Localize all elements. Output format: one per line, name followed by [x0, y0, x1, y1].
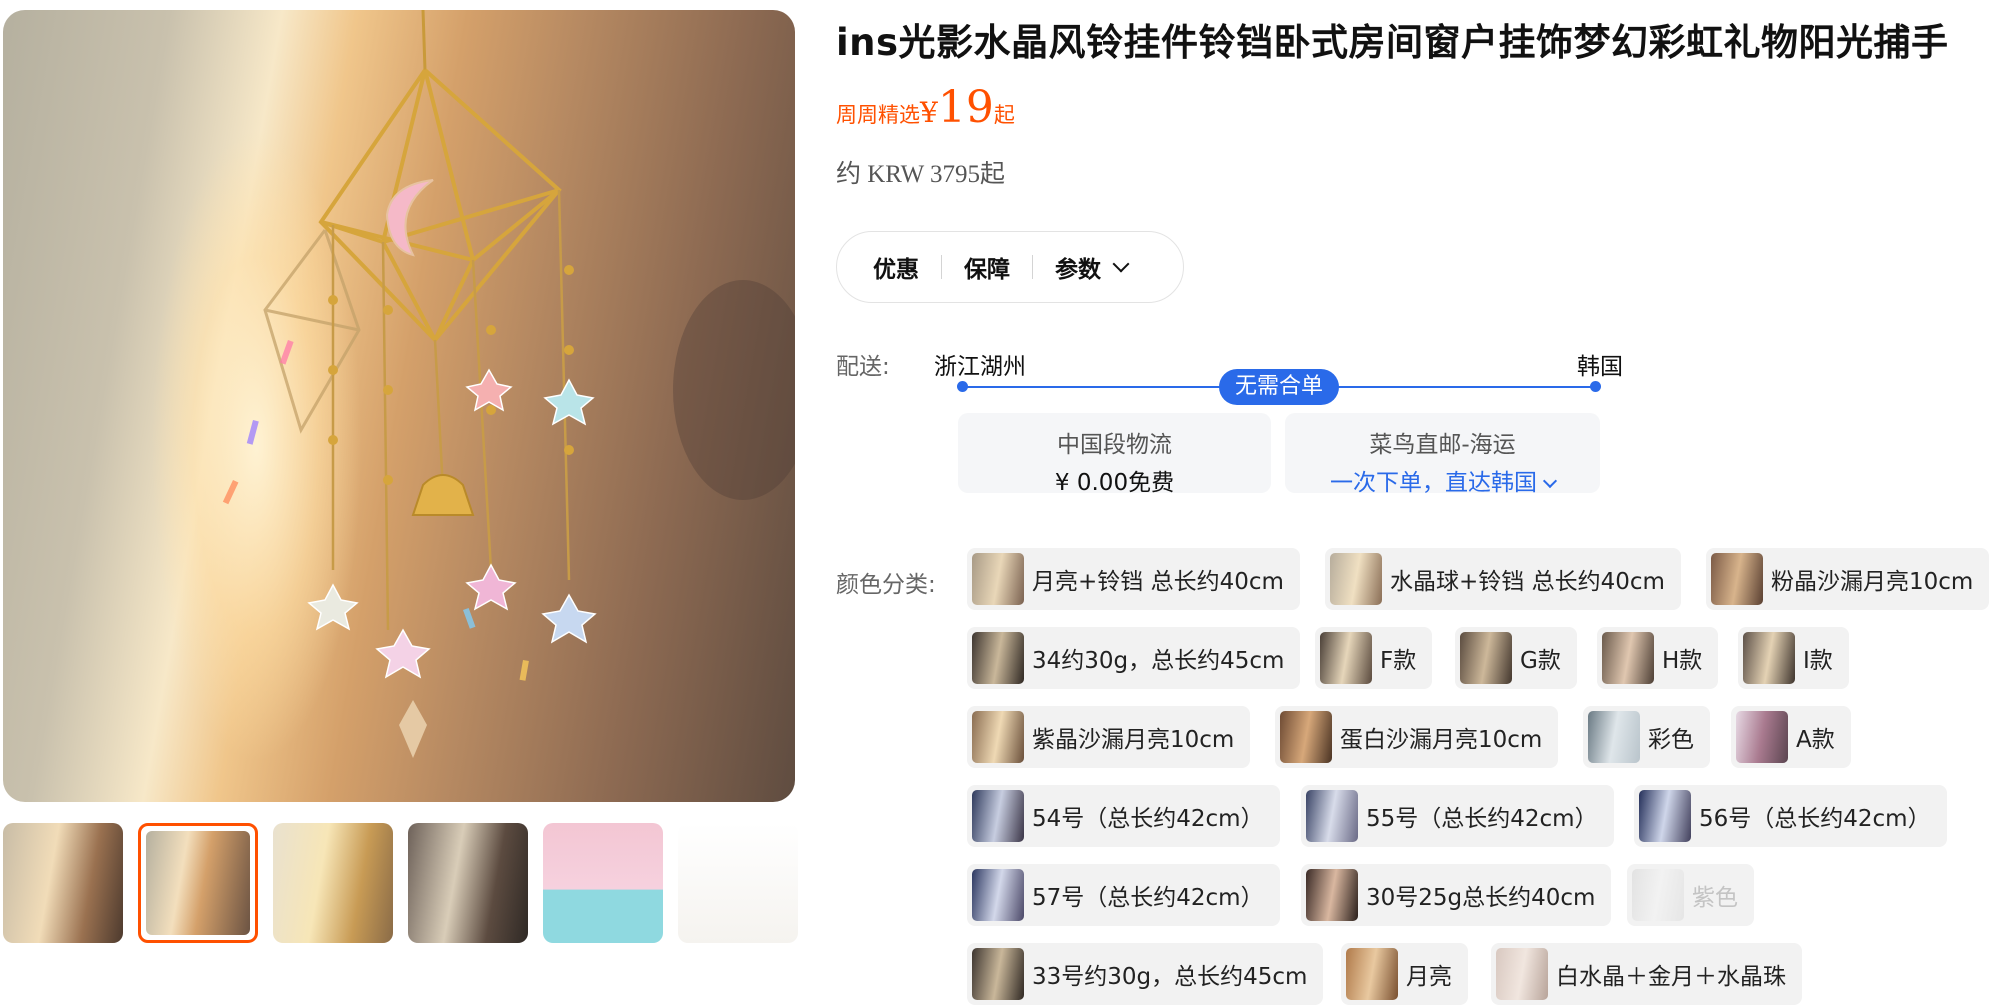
thumbnail-2-selected[interactable]: [138, 823, 258, 943]
color-option[interactable]: 蛋白沙漏月亮10cm: [1275, 706, 1559, 768]
thumbnail-5[interactable]: [543, 823, 663, 943]
color-option-disabled: 紫色: [1627, 864, 1754, 926]
color-option[interactable]: 57号（总长约42cm）: [967, 864, 1280, 926]
tab-parameters[interactable]: 参数: [1055, 250, 1130, 284]
china-logistics-card: 中国段物流 ¥ 0.00免费: [958, 413, 1271, 496]
tab-discount[interactable]: 优惠: [873, 250, 919, 284]
option-swatch: [1588, 711, 1640, 763]
option-swatch: [1639, 790, 1691, 842]
cainiao-shipping-title: 菜鸟直邮-海运: [1369, 432, 1516, 458]
option-swatch: [1280, 711, 1332, 763]
price-row: 周周精选¥19起: [836, 82, 1015, 133]
delivery-to: 韩国: [1577, 354, 1623, 380]
price-tag: 周周精选: [836, 103, 920, 127]
option-swatch: [1346, 948, 1398, 1000]
thumbnail-1[interactable]: [3, 823, 123, 943]
china-logistics-title: 中国段物流: [1057, 432, 1172, 458]
color-option[interactable]: 55号（总长约42cm）: [1301, 785, 1614, 847]
color-option[interactable]: 彩色: [1583, 706, 1710, 768]
color-option[interactable]: 月亮: [1341, 943, 1468, 1005]
color-option[interactable]: 34约30g，总长约45cm: [967, 627, 1301, 689]
option-swatch: [1496, 948, 1548, 1000]
china-logistics-fee: ¥ 0.00免费: [1054, 470, 1175, 496]
color-option[interactable]: 56号（总长约42cm）: [1634, 785, 1947, 847]
option-swatch: [1711, 553, 1763, 605]
option-swatch: [1320, 632, 1372, 684]
color-option[interactable]: 白水晶＋金月＋水晶珠: [1491, 943, 1802, 1005]
option-swatch: [972, 869, 1024, 921]
option-swatch: [972, 790, 1024, 842]
option-swatch: [972, 553, 1024, 605]
color-option[interactable]: F款: [1315, 627, 1433, 689]
tab-divider: [1032, 255, 1033, 279]
chevron-down-icon: [1542, 473, 1558, 489]
option-swatch: [1736, 711, 1788, 763]
option-swatch: [1306, 869, 1358, 921]
tab-guarantee[interactable]: 保障: [964, 250, 1010, 284]
wind-chime-illustration: [222, 10, 795, 758]
no-merge-badge: 无需合单: [1219, 369, 1339, 405]
delivery-from: 浙江湖州: [934, 354, 1026, 380]
option-swatch: [972, 632, 1024, 684]
price-amount: 19: [937, 82, 994, 133]
route-start-dot: [957, 381, 968, 392]
cainiao-shipping-card[interactable]: 菜鸟直邮-海运 一次下单，直达韩国: [1285, 413, 1600, 496]
option-swatch: [1460, 632, 1512, 684]
color-option[interactable]: A款: [1731, 706, 1851, 768]
color-option[interactable]: 月亮+铃铛 总长约40cm: [967, 548, 1300, 610]
color-option[interactable]: I款: [1738, 627, 1849, 689]
color-option[interactable]: 水晶球+铃铛 总长约40cm: [1325, 548, 1681, 610]
color-option[interactable]: 粉晶沙漏月亮10cm: [1706, 548, 1990, 610]
color-option[interactable]: 30号25g总长约40cm: [1301, 864, 1612, 926]
color-option[interactable]: 33号约30g，总长约45cm: [967, 943, 1324, 1005]
color-option[interactable]: G款: [1455, 627, 1577, 689]
converted-price: 约 KRW 3795起: [836, 161, 1005, 188]
option-swatch: [1743, 632, 1795, 684]
currency-symbol: ¥: [920, 96, 938, 129]
tab-divider: [941, 255, 942, 279]
option-swatch: [972, 711, 1024, 763]
chevron-down-icon: [1112, 255, 1130, 273]
route-end-dot: [1590, 381, 1601, 392]
info-tabs: 优惠 保障 参数: [836, 231, 1184, 303]
color-option[interactable]: 54号（总长约42cm）: [967, 785, 1280, 847]
direct-to-korea-link[interactable]: 一次下单，直达韩国: [1285, 463, 1600, 497]
option-swatch: [1632, 869, 1684, 921]
main-product-image[interactable]: [3, 10, 795, 802]
color-option[interactable]: 紫晶沙漏月亮10cm: [967, 706, 1251, 768]
delivery-label: 配送:: [836, 354, 890, 380]
option-swatch: [1306, 790, 1358, 842]
price-suffix: 起: [993, 103, 1015, 127]
thumbnail-4[interactable]: [408, 823, 528, 943]
thumbnail-6[interactable]: [678, 823, 798, 943]
color-category-label: 颜色分类:: [836, 572, 936, 598]
thumbnail-3[interactable]: [273, 823, 393, 943]
product-title: ins光影水晶风铃挂件铃铛卧式房间窗户挂饰梦幻彩虹礼物阳光捕手: [836, 21, 1949, 64]
option-swatch: [1602, 632, 1654, 684]
color-option[interactable]: H款: [1597, 627, 1719, 689]
thumbnail-strip: [3, 823, 798, 943]
option-swatch: [1330, 553, 1382, 605]
option-swatch: [972, 948, 1024, 1000]
